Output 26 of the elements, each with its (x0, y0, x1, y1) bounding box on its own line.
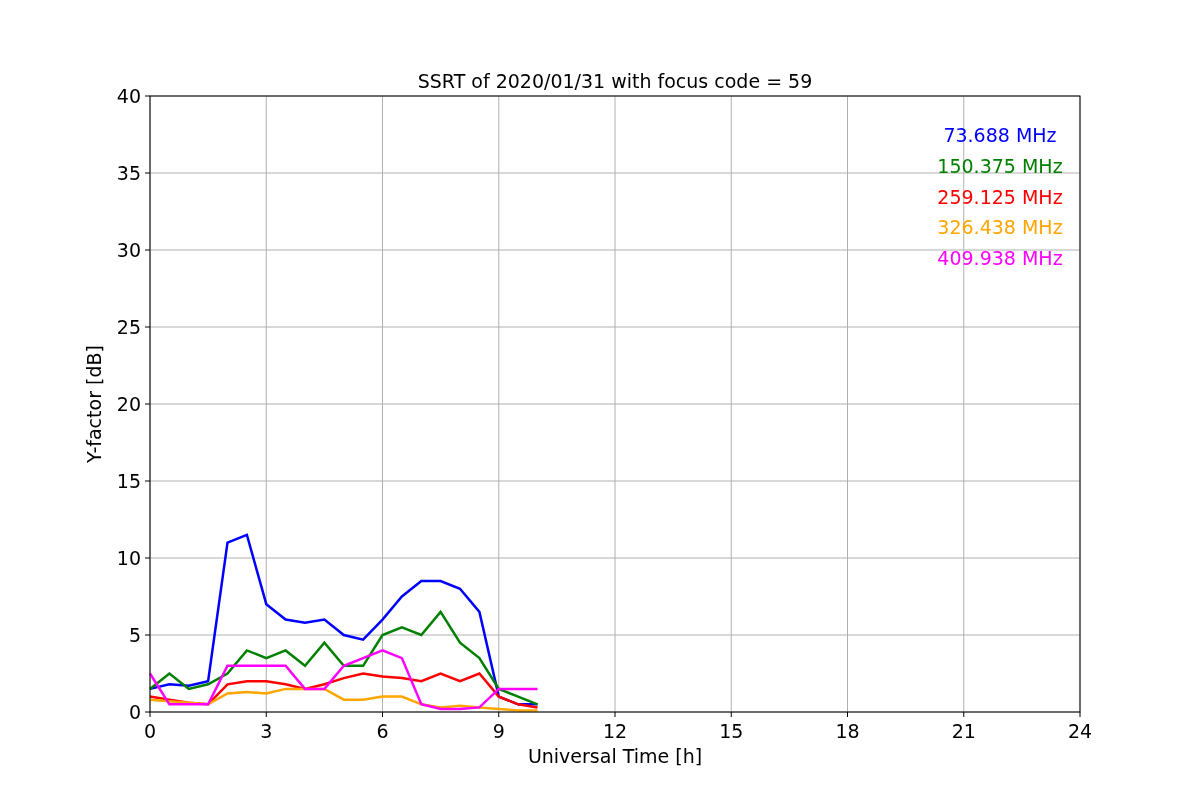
legend-label: 259.125 MHz (937, 185, 1063, 208)
x-tick-label: 12 (602, 720, 628, 742)
x-tick-label: 18 (835, 720, 860, 742)
y-tick-label: 10 (116, 547, 141, 569)
y-tick-label: 0 (128, 701, 141, 723)
legend-label: 326.438 MHz (937, 216, 1063, 239)
chart-title: SSRT of 2020/01/31 with focus code = 59 (417, 70, 813, 92)
y-tick-label: 5 (128, 624, 141, 646)
y-tick-label: 40 (116, 85, 141, 107)
x-tick-label: 15 (719, 720, 744, 742)
x-axis-label: Universal Time [h] (527, 745, 703, 767)
x-tick-label: 0 (143, 720, 157, 742)
legend-label: 73.688 MHz (943, 124, 1057, 146)
x-tick-label: 24 (1067, 720, 1093, 742)
y-tick-label: 35 (116, 162, 141, 184)
y-tick-label: 20 (116, 393, 141, 415)
x-tick-label: 9 (492, 720, 505, 742)
legend-label: 150.375 MHz (937, 154, 1063, 177)
y-tick-label: 30 (116, 239, 141, 261)
y-tick-label: 15 (116, 470, 141, 492)
x-tick-label: 21 (951, 720, 976, 742)
x-tick-label: 3 (260, 720, 273, 742)
y-axis-label: Y-factor [dB] (83, 345, 105, 463)
legend-label: 409.938 MHz (937, 247, 1063, 270)
y-tick-label: 25 (116, 316, 141, 338)
x-tick-label: 6 (376, 720, 389, 742)
